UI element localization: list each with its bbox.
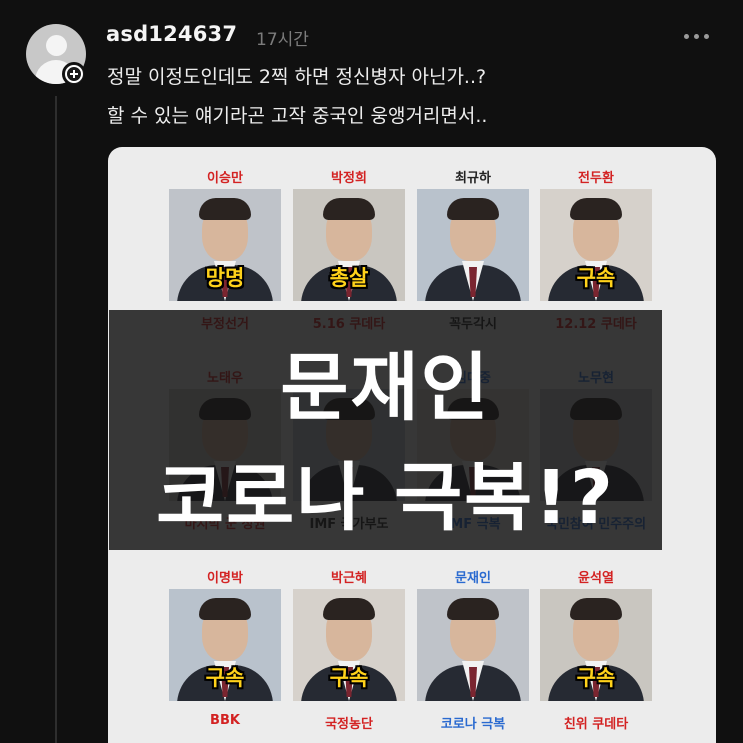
president-name: 박근혜 — [331, 571, 367, 586]
status-badge: 구속 — [576, 666, 616, 690]
username[interactable]: asd124637 — [106, 22, 237, 46]
more-options-icon[interactable] — [684, 34, 709, 39]
president-photo — [417, 189, 529, 301]
president-event: 친위 쿠데타 — [563, 717, 629, 732]
status-badge: 총살 — [329, 266, 369, 290]
post-text-line-1: 정말 이정도인데도 2찍 하면 정신병자 아닌가..? — [107, 66, 487, 88]
status-badge: 구속 — [205, 666, 245, 690]
post-text-line-2: 할 수 있는 얘기라곤 고작 중국인 웅앵거리면서.. — [107, 105, 488, 127]
president-name: 전두환 — [578, 171, 614, 186]
image-overlay-caption: 문재인 코로나 극복!? — [109, 310, 662, 550]
president-name: 이승만 — [207, 171, 243, 186]
president-photo — [417, 589, 529, 701]
overlay-line-2: 코로나 극복!? — [156, 455, 615, 541]
president-name: 문재인 — [455, 571, 491, 586]
status-badge: 구속 — [576, 266, 616, 290]
status-badge: 망명 — [205, 266, 245, 290]
follow-plus-icon[interactable] — [62, 62, 86, 86]
more-dot — [694, 34, 699, 39]
thread-line — [55, 96, 57, 743]
president-event: 코로나 극복 — [440, 717, 506, 732]
president-event: 국정농단 — [325, 717, 373, 732]
post-time: 17시간 — [256, 30, 309, 50]
overlay-line-1: 문재인 — [280, 345, 491, 431]
president-name: 윤석열 — [578, 571, 614, 586]
plus-circle-icon — [65, 65, 83, 83]
president-event: BBK — [210, 713, 240, 728]
status-badge: 구속 — [329, 666, 369, 690]
more-dot — [684, 34, 689, 39]
more-dot — [704, 34, 709, 39]
president-name: 박정희 — [331, 171, 367, 186]
president-name: 이명박 — [207, 571, 243, 586]
president-name: 최규하 — [455, 171, 491, 186]
avatar-head — [46, 35, 67, 56]
